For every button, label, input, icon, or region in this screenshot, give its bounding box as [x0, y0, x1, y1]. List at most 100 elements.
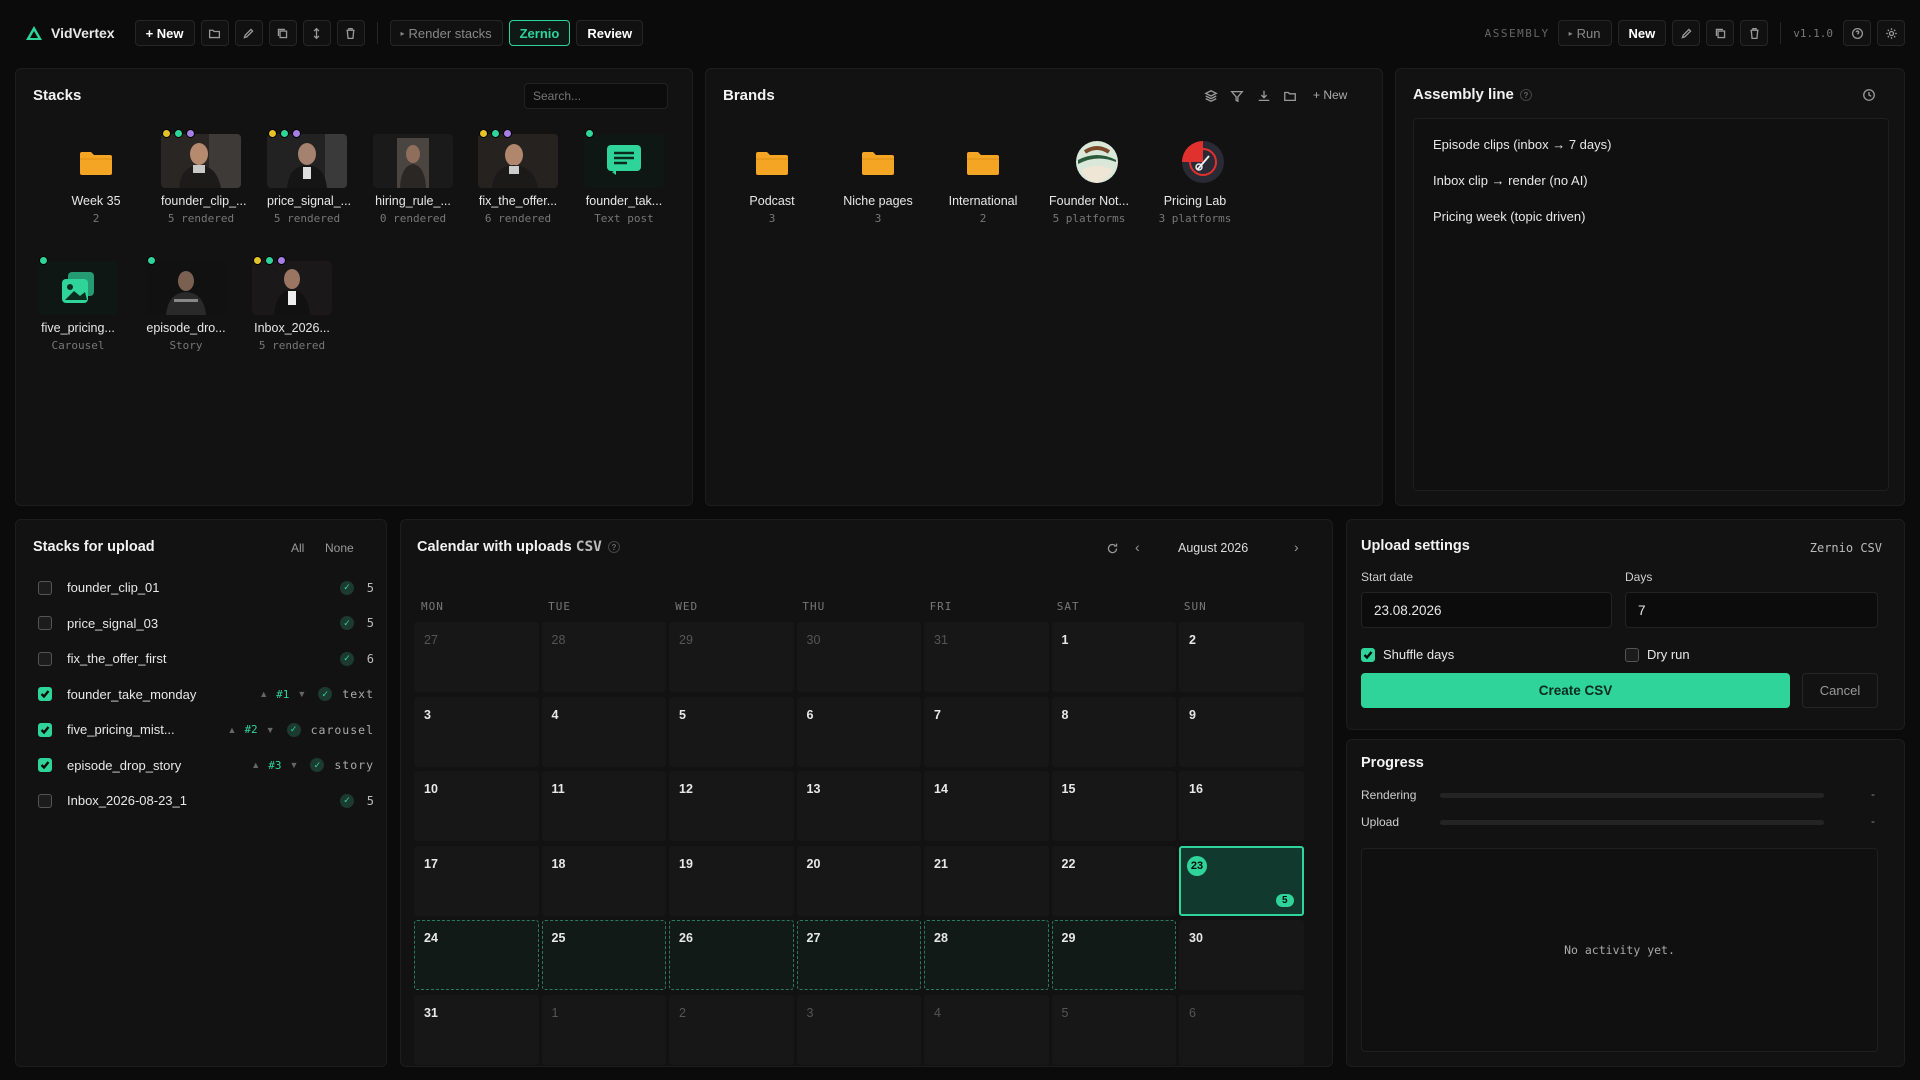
duplicate-button[interactable]	[268, 20, 297, 46]
row-checkbox[interactable]	[38, 793, 52, 808]
tab-zernio[interactable]: Zernio	[508, 20, 571, 46]
calendar-day-cell[interactable]: 27	[414, 622, 539, 692]
upload-row[interactable]: founder_clip_01 ✓ 5	[28, 570, 384, 606]
calendar-day-cell[interactable]: 3	[414, 696, 539, 767]
calendar-day-cell[interactable]: 11	[541, 771, 666, 841]
upload-row[interactable]: five_pricing_mist... ▲ #2 ▼ ✓ carousel	[28, 712, 384, 748]
brand-tile[interactable]: Podcast 3	[724, 134, 820, 225]
cancel-button[interactable]: Cancel	[1802, 673, 1878, 708]
start-date-input[interactable]: 23.08.2026	[1361, 592, 1612, 628]
select-all-button[interactable]: All	[291, 541, 304, 555]
stack-tile[interactable]: fix_the_offer... 6 rendered	[478, 129, 558, 225]
refresh-icon[interactable]	[1106, 542, 1119, 555]
stack-tile[interactable]: price_signal_... 5 rendered	[267, 129, 351, 225]
move-up-icon[interactable]: ▲	[259, 689, 268, 699]
shuffle-days-option[interactable]: Shuffle days	[1361, 647, 1454, 662]
calendar-day-cell[interactable]: 16	[1179, 771, 1304, 841]
folder-button[interactable]	[200, 20, 229, 46]
calendar-day-cell[interactable]: 13	[796, 771, 921, 841]
stack-tile[interactable]: founder_clip_... 5 rendered	[161, 129, 246, 225]
assembly-item[interactable]: Inbox clip → render (no AI)	[1433, 173, 1588, 188]
calendar-day-cell[interactable]: 14	[924, 771, 1049, 841]
calendar-day-cell[interactable]: 4	[541, 696, 666, 767]
calendar-day-cell[interactable]: 10	[414, 771, 539, 841]
calendar-day-cell[interactable]: 27	[796, 920, 921, 990]
download-icon[interactable]	[1257, 89, 1271, 103]
upload-row[interactable]: fix_the_offer_first ✓ 6	[28, 641, 384, 677]
stack-tile[interactable]: Week 35 2	[56, 134, 136, 225]
row-checkbox[interactable]	[38, 687, 52, 702]
upload-row[interactable]: Inbox_2026-08-23_1 ✓ 5	[28, 783, 384, 819]
dry-run-checkbox[interactable]	[1625, 647, 1639, 662]
calendar-day-cell[interactable]: 20	[796, 845, 921, 916]
calendar-day-cell[interactable]: 24	[414, 920, 539, 990]
calendar-day-cell[interactable]: 9	[1179, 696, 1304, 767]
row-checkbox[interactable]	[38, 580, 52, 595]
run-button[interactable]: ▸ Run	[1557, 20, 1612, 46]
calendar-day-cell[interactable]: 7	[924, 696, 1049, 767]
assembly-duplicate-button[interactable]	[1706, 20, 1735, 46]
move-up-icon[interactable]: ▲	[251, 760, 260, 770]
calendar-day-cell[interactable]: 30	[1179, 920, 1304, 990]
calendar-day-cell[interactable]: 1	[541, 994, 666, 1065]
calendar-day-cell[interactable]: 26	[669, 920, 794, 990]
calendar-day-cell[interactable]: 3	[796, 994, 921, 1065]
calendar-day-cell[interactable]: 2	[669, 994, 794, 1065]
calendar-day-cell[interactable]: 18	[541, 845, 666, 916]
row-checkbox[interactable]	[38, 722, 52, 737]
calendar-day-cell[interactable]: 19	[669, 845, 794, 916]
brand-tile[interactable]: Founder Not... 5 platforms	[1041, 134, 1137, 225]
shuffle-days-checkbox[interactable]	[1361, 647, 1375, 662]
help-hint-icon[interactable]: ?	[1519, 89, 1532, 102]
brand-tile[interactable]: International 2	[935, 134, 1031, 225]
delete-button[interactable]	[336, 20, 365, 46]
days-input[interactable]: 7	[1625, 592, 1878, 628]
tab-review[interactable]: Review	[576, 20, 644, 46]
brand-tile[interactable]: Niche pages 3	[830, 134, 926, 225]
calendar-day-cell[interactable]: 6	[796, 696, 921, 767]
stack-tile[interactable]: Inbox_2026... 5 rendered	[252, 256, 332, 352]
brand-tile[interactable]: Pricing Lab 3 platforms	[1147, 134, 1243, 225]
create-csv-button[interactable]: Create CSV	[1361, 673, 1790, 708]
move-button[interactable]	[302, 20, 331, 46]
calendar-day-cell[interactable]: 29	[669, 622, 794, 692]
assembly-edit-button[interactable]	[1672, 20, 1701, 46]
brands-new-button[interactable]: + New	[1313, 88, 1347, 102]
assembly-item[interactable]: Episode clips (inbox → 7 days)	[1433, 137, 1611, 152]
calendar-day-cell[interactable]: 8	[1051, 696, 1176, 767]
calendar-day-cell[interactable]: 25	[541, 920, 666, 990]
stack-tile[interactable]: hiring_rule_... 0 rendered	[373, 134, 453, 225]
stacks-search-input[interactable]	[524, 83, 668, 109]
assembly-delete-button[interactable]	[1740, 20, 1769, 46]
next-month-chevron-icon[interactable]: ›	[1294, 539, 1299, 555]
app-brand[interactable]: VidVertex	[25, 25, 115, 41]
calendar-day-cell[interactable]: 29	[1051, 920, 1176, 990]
clock-icon[interactable]	[1862, 88, 1876, 102]
calendar-day-cell[interactable]: 12	[669, 771, 794, 841]
stack-tile[interactable]: founder_tak... Text post	[584, 129, 664, 225]
move-down-icon[interactable]: ▼	[297, 689, 306, 699]
calendar-day-cell[interactable]: 6	[1179, 994, 1304, 1065]
upload-row[interactable]: episode_drop_story ▲ #3 ▼ ✓ story	[28, 748, 384, 784]
assembly-new-button[interactable]: New	[1617, 20, 1667, 46]
calendar-day-cell[interactable]: 22	[1051, 845, 1176, 916]
calendar-day-cell[interactable]: 5	[1051, 994, 1176, 1065]
help-hint-icon[interactable]: ?	[607, 541, 620, 554]
calendar-day-cell[interactable]: 1	[1051, 622, 1176, 692]
calendar-day-cell[interactable]: 17	[414, 845, 539, 916]
calendar-day-cell[interactable]: 15	[1051, 771, 1176, 841]
help-button[interactable]	[1843, 20, 1871, 46]
calendar-day-cell[interactable]: 21	[924, 845, 1049, 916]
dry-run-option[interactable]: Dry run	[1625, 647, 1690, 662]
stack-tile[interactable]: five_pricing... Carousel	[38, 256, 118, 352]
layers-icon[interactable]	[1204, 89, 1218, 103]
move-down-icon[interactable]: ▼	[266, 725, 275, 735]
move-down-icon[interactable]: ▼	[289, 760, 298, 770]
folder-icon[interactable]	[1283, 89, 1297, 103]
calendar-day-cell[interactable]: 23 5	[1179, 845, 1304, 916]
prev-month-chevron-icon[interactable]: ‹	[1135, 539, 1140, 555]
render-stacks-button[interactable]: ▸ Render stacks	[389, 20, 503, 46]
calendar-day-cell[interactable]: 28	[924, 920, 1049, 990]
upload-row[interactable]: founder_take_monday ▲ #1 ▼ ✓ text	[28, 677, 384, 713]
calendar-day-cell[interactable]: 2	[1179, 622, 1304, 692]
